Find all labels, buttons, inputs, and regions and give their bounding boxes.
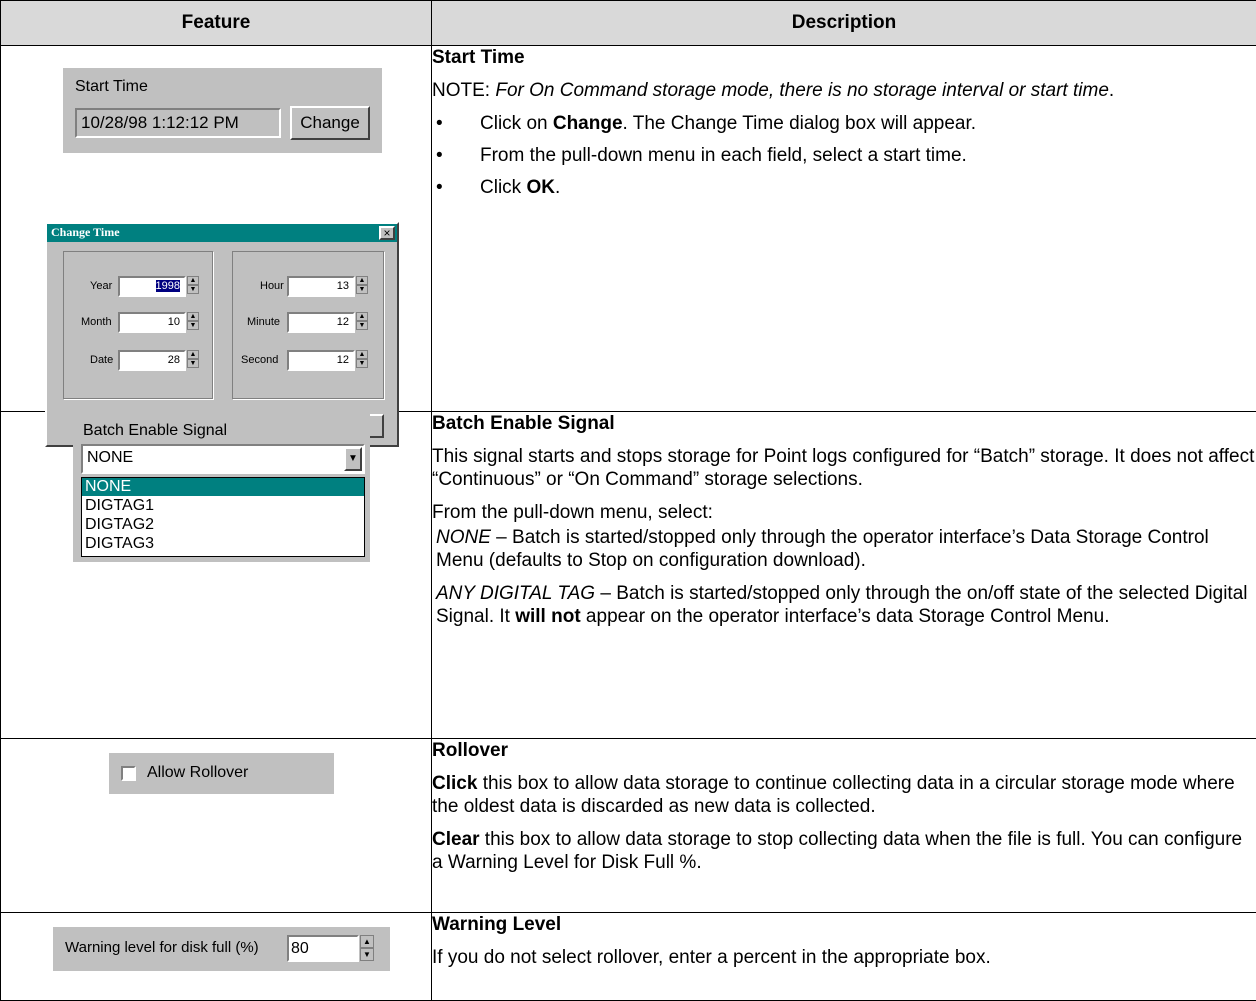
date-label: Date [90, 354, 113, 366]
list-item: Click OK. [432, 176, 1256, 199]
description-cell-batch: Batch Enable Signal This signal starts a… [432, 412, 1256, 739]
change-button[interactable]: Change [290, 106, 370, 140]
batch-select-intro: From the pull-down menu, select: [432, 501, 1256, 524]
warning-heading: Warning Level [432, 913, 1256, 936]
feature-table: Feature Description Start Time 10/28/98 … [0, 0, 1256, 1001]
batch-enable-dropdown: NONE DIGTAG1 DIGTAG2 DIGTAG3 [81, 477, 365, 557]
batch-enable-select[interactable]: NONE ▼ [81, 444, 365, 474]
dialog-title: Change Time [51, 225, 120, 240]
date-field[interactable]: 28 [118, 350, 186, 371]
batch-enable-label: Batch Enable Signal [83, 422, 227, 440]
start-time-note: NOTE: For On Command storage mode, there… [432, 79, 1256, 102]
date-spinner[interactable]: ▲▼ [187, 350, 199, 368]
minute-spinner[interactable]: ▲▼ [356, 312, 368, 330]
batch-paragraph: This signal starts and stops storage for… [432, 445, 1256, 491]
feature-header: Feature [1, 1, 432, 46]
close-icon[interactable]: × [379, 226, 395, 240]
allow-rollover-checkbox[interactable] [121, 766, 136, 781]
dropdown-option-digtag3[interactable]: DIGTAG3 [82, 534, 364, 553]
header-row: Feature Description [1, 1, 1256, 46]
dropdown-option-digtag2[interactable]: DIGTAG2 [82, 515, 364, 534]
second-spinner[interactable]: ▲▼ [356, 350, 368, 368]
feature-cell-batch: Batch Enable Signal NONE ▼ NONE DIGTAG1 … [1, 412, 432, 739]
start-time-steps: Click on Change. The Change Time dialog … [432, 112, 1256, 199]
month-label: Month [81, 316, 112, 328]
rollover-clear-paragraph: Clear this box to allow data storage to … [432, 828, 1256, 874]
allow-rollover-label: Allow Rollover [147, 764, 248, 782]
table-row: Start Time 10/28/98 1:12:12 PM Change Ch… [1, 46, 1256, 412]
year-spinner[interactable]: ▲▼ [187, 276, 199, 294]
description-header: Description [432, 1, 1256, 46]
batch-enable-group: Batch Enable Signal NONE ▼ NONE DIGTAG1 … [73, 412, 370, 562]
rollover-heading: Rollover [432, 739, 1256, 762]
batch-enable-selected: NONE [87, 449, 133, 467]
start-time-field[interactable]: 10/28/98 1:12:12 PM [75, 108, 281, 138]
chevron-down-icon[interactable]: ▼ [344, 447, 362, 471]
minute-field[interactable]: 12 [287, 312, 355, 333]
dropdown-option-none[interactable]: NONE [82, 478, 364, 496]
feature-cell-start-time: Start Time 10/28/98 1:12:12 PM Change Ch… [1, 46, 432, 412]
warning-level-label: Warning level for disk full (%) [65, 939, 259, 956]
warning-level-group: Warning level for disk full (%) 80 ▲▼ [53, 927, 390, 971]
rollover-group: Allow Rollover [109, 753, 334, 794]
description-cell-rollover: Rollover Click this box to allow data st… [432, 739, 1256, 913]
start-time-label: Start Time [75, 78, 148, 96]
table-row: Warning level for disk full (%) 80 ▲▼ Wa… [1, 913, 1256, 1001]
feature-cell-warning: Warning level for disk full (%) 80 ▲▼ [1, 913, 432, 1001]
batch-any-option: ANY DIGITAL TAG – Batch is started/stopp… [432, 582, 1256, 628]
warning-level-field[interactable]: 80 [287, 935, 359, 962]
month-field[interactable]: 10 [118, 312, 186, 333]
dropdown-option-digtag1[interactable]: DIGTAG1 [82, 496, 364, 515]
second-field[interactable]: 12 [287, 350, 355, 371]
feature-cell-rollover: Allow Rollover [1, 739, 432, 913]
batch-heading: Batch Enable Signal [432, 412, 1256, 435]
second-label: Second [241, 354, 278, 366]
hour-spinner[interactable]: ▲▼ [356, 276, 368, 294]
minute-label: Minute [247, 316, 280, 328]
list-item: Click on Change. The Change Time dialog … [432, 112, 1256, 135]
year-field[interactable]: 1998 [118, 276, 186, 297]
month-spinner[interactable]: ▲▼ [187, 312, 199, 330]
description-cell-warning: Warning Level If you do not select rollo… [432, 913, 1256, 1001]
description-cell-start-time: Start Time NOTE: For On Command storage … [432, 46, 1256, 412]
table-row: Allow Rollover Rollover Click this box t… [1, 739, 1256, 913]
hour-field[interactable]: 13 [287, 276, 355, 297]
list-item: From the pull-down menu in each field, s… [432, 144, 1256, 167]
start-time-heading: Start Time [432, 46, 1256, 69]
table-row: Batch Enable Signal NONE ▼ NONE DIGTAG1 … [1, 412, 1256, 739]
dialog-title-bar: Change Time × [47, 224, 397, 242]
warning-level-spinner[interactable]: ▲▼ [360, 935, 374, 961]
year-label: Year [90, 280, 112, 292]
rollover-click-paragraph: Click this box to allow data storage to … [432, 772, 1256, 818]
start-time-group: Start Time 10/28/98 1:12:12 PM Change [63, 68, 382, 153]
warning-paragraph: If you do not select rollover, enter a p… [432, 946, 1256, 969]
hour-label: Hour [260, 280, 284, 292]
batch-none-option: NONE – Batch is started/stopped only thr… [432, 526, 1256, 572]
year-value: 1998 [156, 280, 180, 292]
